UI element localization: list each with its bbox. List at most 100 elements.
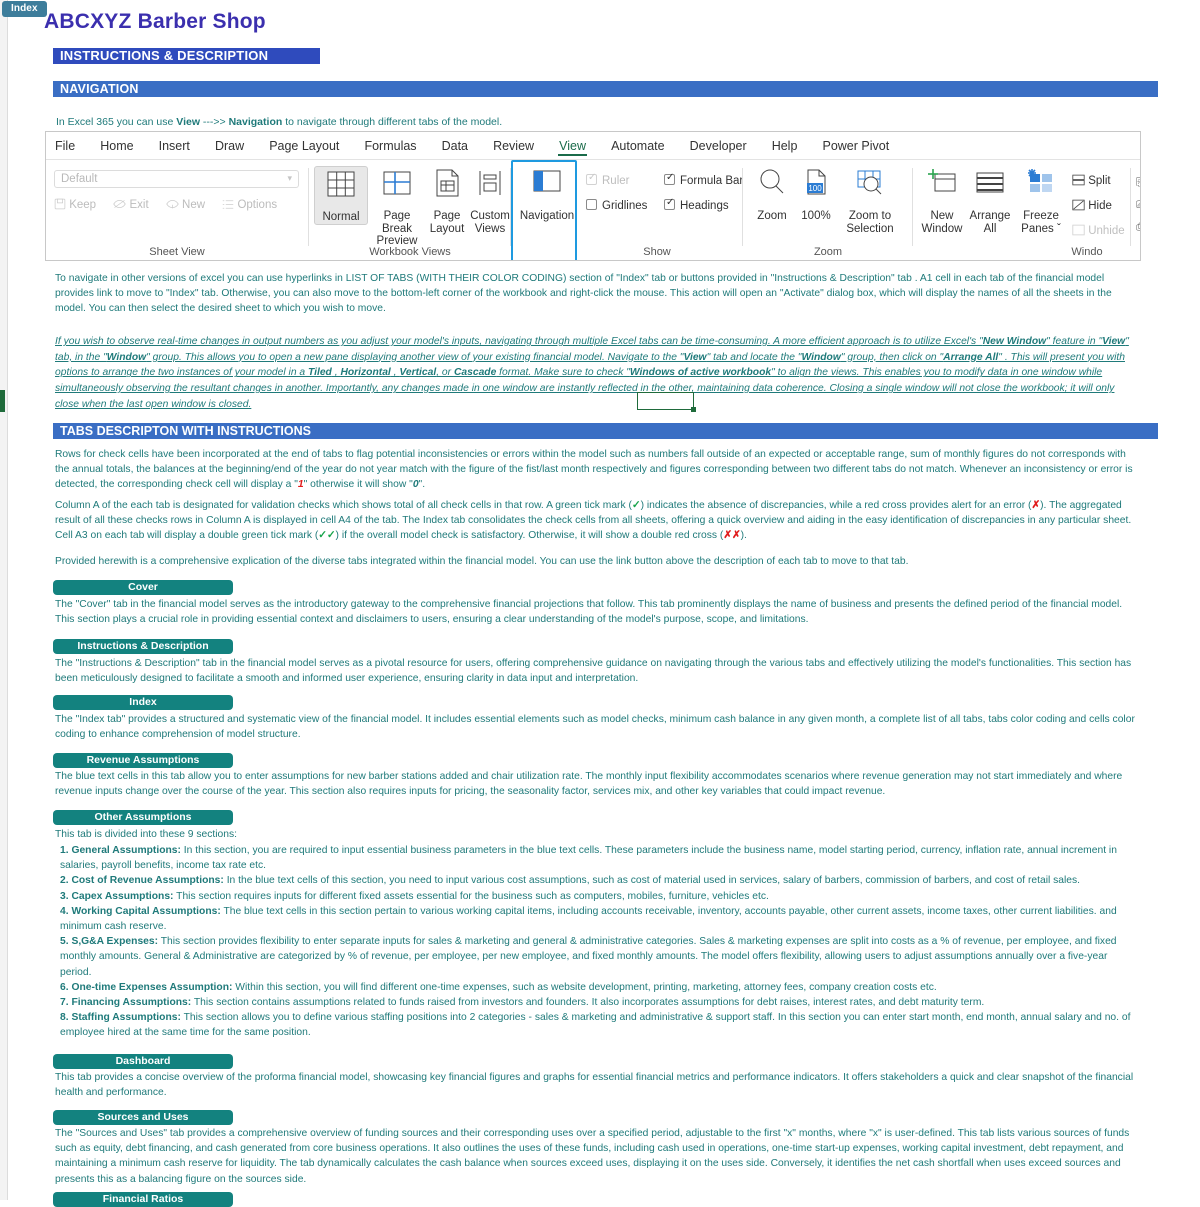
exit-button[interactable]: Exit bbox=[113, 199, 152, 211]
keep-label: Keep bbox=[69, 199, 97, 211]
ribbon-tab-data[interactable]: Data bbox=[431, 133, 479, 157]
gridlines-checkbox[interactable]: Gridlines bbox=[586, 199, 647, 212]
description-index: The "Index tab" provides a structured an… bbox=[55, 714, 1135, 741]
new-label: New bbox=[182, 199, 206, 211]
nw-new-window: New Window bbox=[982, 336, 1047, 347]
group-divider bbox=[1130, 168, 1131, 246]
tab-link-cover[interactable]: Cover bbox=[53, 580, 233, 595]
ruler-checkbox[interactable]: Ruler bbox=[586, 172, 630, 187]
arrange-all-button[interactable]: Arrange All bbox=[966, 166, 1014, 235]
intro-prefix: In Excel 365 you can use bbox=[56, 116, 177, 128]
new-window-button[interactable]: New Window bbox=[918, 166, 966, 235]
selected-cell[interactable] bbox=[637, 392, 696, 412]
gridlines-label: Gridlines bbox=[602, 200, 648, 212]
show-group-label: Show bbox=[643, 246, 671, 258]
intro-arrow: --->> bbox=[200, 116, 229, 128]
options-label: Options bbox=[237, 199, 278, 211]
custom-views-label: Custom Views bbox=[470, 210, 510, 235]
reset-window-position-icon[interactable]: ⎙ bbox=[1136, 216, 1140, 238]
zoom-to-selection-label: Zoom to Selection bbox=[846, 210, 894, 235]
sheet-view-dropdown[interactable]: ▾ Default bbox=[54, 170, 299, 188]
paragraph-navigate-other-versions: To navigate in other versions of excel y… bbox=[55, 273, 1112, 315]
zoom-to-selection-button[interactable]: Zoom to Selection bbox=[840, 166, 900, 235]
ribbon-tab-view[interactable]: View bbox=[548, 133, 597, 157]
ribbon-tab-help[interactable]: Help bbox=[761, 133, 809, 157]
tab-link-other-assumptions[interactable]: Other Assumptions bbox=[53, 810, 233, 825]
excel-ribbon-screenshot: File Home Insert Draw Page Layout Formul… bbox=[45, 131, 1141, 261]
tab-link-instructions-description[interactable]: Instructions & Description bbox=[53, 639, 233, 654]
zoom-button[interactable]: Zoom bbox=[750, 166, 794, 223]
description-revenue-assumptions: The blue text cells in this tab allow yo… bbox=[55, 771, 1123, 798]
view-side-by-side-icon[interactable]: ⎘ bbox=[1136, 172, 1140, 194]
assumption-item-3: 3. Capex Assumptions: This section requi… bbox=[60, 889, 1140, 904]
double-green-tick-icon: ✓✓ bbox=[318, 530, 336, 542]
assumption-item-1: 1. General Assumptions: In this section,… bbox=[60, 843, 1140, 873]
cc-s2: " otherwise it will show " bbox=[303, 479, 413, 491]
navigation-button[interactable]: Navigation bbox=[518, 166, 576, 223]
ribbon-tab-developer[interactable]: Developer bbox=[679, 133, 758, 157]
cc-s1: Rows for check cells have been incorpora… bbox=[55, 449, 1133, 491]
zoom-100-button[interactable]: 100 100% bbox=[794, 166, 838, 223]
options-button[interactable]: Options bbox=[222, 199, 277, 211]
sheet-view-buttons: Keep Exit New Options bbox=[54, 198, 291, 211]
formula-bar-checkbox[interactable]: Formula Bar bbox=[664, 172, 743, 187]
tab-link-revenue-assumptions[interactable]: Revenue Assumptions bbox=[53, 753, 233, 768]
assumption-7-text: This section contains assumptions relate… bbox=[191, 997, 985, 1009]
other-assumptions-list: 1. General Assumptions: In this section,… bbox=[60, 843, 1140, 1041]
ribbon-group-overflow: ⎘ ⎚ ⎙ bbox=[1132, 160, 1140, 260]
row-header-gutter bbox=[0, 0, 8, 1200]
headings-checkbox[interactable]: Headings bbox=[664, 197, 729, 212]
ribbon-tab-draw[interactable]: Draw bbox=[204, 133, 255, 157]
ribbon-tab-review[interactable]: Review bbox=[482, 133, 545, 157]
ribbon-tab-power-pivot[interactable]: Power Pivot bbox=[811, 133, 900, 157]
ribbon-tab-automate[interactable]: Automate bbox=[600, 133, 676, 157]
page-break-preview-button[interactable]: Page Break Preview bbox=[370, 166, 424, 248]
page-layout-button[interactable]: Page Layout bbox=[426, 166, 468, 235]
tab-link-sources-and-uses[interactable]: Sources and Uses bbox=[53, 1110, 233, 1125]
ca-s1: Column A of the each tab is designated f… bbox=[55, 500, 632, 511]
nw-windows-active-workbook: Windows of active workbook bbox=[629, 367, 772, 379]
description-cover: The "Cover" tab in the financial model s… bbox=[55, 599, 1123, 626]
nw-view-2: View bbox=[683, 351, 707, 363]
ribbon-tab-insert[interactable]: Insert bbox=[148, 133, 201, 157]
paragraph-new-window-feature: If you wish to observe real-time changes… bbox=[55, 334, 1140, 413]
synchronous-scrolling-icon[interactable]: ⎚ bbox=[1136, 194, 1140, 216]
freeze-panes-button[interactable]: Freeze Panes ˇ bbox=[1014, 166, 1068, 235]
eye-plus-icon bbox=[166, 200, 179, 209]
checkbox-box bbox=[664, 172, 675, 185]
assumption-item-8: 8. Staffing Assumptions: This section al… bbox=[60, 1010, 1140, 1040]
new-sheet-view-button[interactable]: New bbox=[166, 199, 208, 211]
split-button[interactable]: Split bbox=[1072, 174, 1111, 187]
assumption-7-title: 7. Financing Assumptions: bbox=[60, 997, 192, 1009]
new-window-label: New Window bbox=[921, 210, 963, 235]
custom-views-button[interactable]: Custom Views bbox=[468, 166, 512, 235]
assumption-8-text: This section allows you to define variou… bbox=[60, 1012, 1131, 1039]
keep-button[interactable]: Keep bbox=[54, 198, 99, 211]
tab-link-index[interactable]: Index bbox=[53, 695, 233, 710]
ribbon-tab-formulas[interactable]: Formulas bbox=[353, 133, 427, 157]
assumption-8-title: 8. Staffing Assumptions: bbox=[60, 1012, 181, 1024]
assumption-item-2: 2. Cost of Revenue Assumptions: In the b… bbox=[60, 873, 1140, 888]
group-divider bbox=[742, 168, 743, 246]
ca-s2: ) indicates the absence of discrepancies… bbox=[640, 500, 1032, 511]
nw-s5: " tab and locate the " bbox=[706, 351, 802, 363]
navigation-intro-text: In Excel 365 you can use View --->> Navi… bbox=[56, 116, 502, 128]
hide-button[interactable]: Hide bbox=[1072, 199, 1112, 212]
nw-s6: " group, then click on " bbox=[840, 351, 944, 363]
unhide-button: Unhide bbox=[1072, 224, 1125, 237]
nw-s10: , or bbox=[436, 367, 454, 379]
tab-link-dashboard[interactable]: Dashboard bbox=[53, 1054, 233, 1069]
banner-instructions-description: INSTRUCTIONS & DESCRIPTION bbox=[53, 48, 320, 64]
ribbon-tab-home[interactable]: Home bbox=[89, 133, 144, 157]
page-break-preview-label: Page Break Preview bbox=[376, 210, 418, 247]
ribbon-tab-page-layout[interactable]: Page Layout bbox=[258, 133, 350, 157]
ruler-label: Ruler bbox=[602, 175, 630, 187]
intro-suffix: to navigate through different tabs of th… bbox=[282, 116, 503, 128]
normal-view-button[interactable]: Normal bbox=[314, 166, 368, 225]
index-link-button[interactable]: Index bbox=[2, 1, 47, 17]
page-break-preview-icon bbox=[370, 166, 424, 206]
ribbon-group-show: Navigation Ruler Gridlines Formula Bar H… bbox=[512, 160, 743, 260]
ribbon-tab-file[interactable]: File bbox=[46, 133, 86, 157]
normal-label: Normal bbox=[322, 211, 360, 223]
overflow-icons[interactable]: ⎘ ⎚ ⎙ bbox=[1136, 172, 1140, 238]
